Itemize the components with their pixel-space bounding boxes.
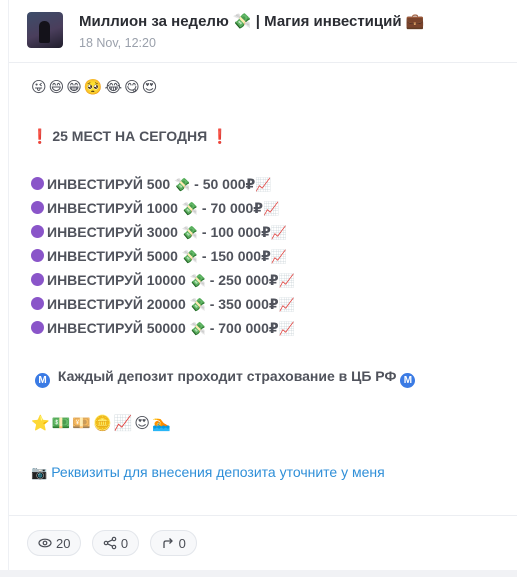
- purple-circle-icon: [31, 273, 44, 286]
- bottom-bar: [0, 570, 517, 577]
- metro-m-icon: M: [400, 373, 416, 388]
- offer-text: ИНВЕСТИРУЙ 20000: [47, 296, 186, 312]
- shares-count: 0: [120, 535, 129, 551]
- exclamation-icon: ❗: [211, 128, 229, 144]
- money-wings-icon: 💸: [189, 273, 206, 288]
- channel-avatar[interactable]: [27, 12, 63, 48]
- offer-result: - 70 000₽: [198, 200, 264, 216]
- requisites-link[interactable]: 📷 Реквизиты для внесения депозита уточнит…: [31, 460, 501, 484]
- views-count: 20: [56, 535, 71, 551]
- offer-result: - 350 000₽: [205, 296, 279, 312]
- forwards-count: 0: [178, 535, 186, 551]
- forwards-counter[interactable]: 0: [149, 530, 197, 556]
- post-body: 😜😄😁🥺😂😋😍 ❗ 25 МЕСТ НА СЕГОДНЯ ❗ ИНВЕСТИРУ…: [31, 76, 501, 484]
- offer-text: ИНВЕСТИРУЙ 3000: [47, 224, 178, 240]
- views-counter[interactable]: 20: [27, 530, 82, 556]
- camera-icon: 📷: [31, 465, 48, 480]
- shares-counter[interactable]: 0: [91, 530, 140, 556]
- purple-circle-icon: [31, 177, 44, 190]
- headline-text: 25 МЕСТ НА СЕГОДНЯ: [52, 128, 208, 144]
- metro-m-icon: M: [35, 373, 50, 388]
- money-wings-icon: 💸: [174, 177, 191, 192]
- offer-text: ИНВЕСТИРУЙ 500: [47, 176, 171, 192]
- share-nodes-icon: [103, 536, 117, 550]
- purple-circle-icon: [31, 249, 44, 262]
- offer-text: ИНВЕСТИРУЙ 50000: [47, 320, 186, 336]
- post-date: 18 Nov, 12:20: [79, 36, 156, 50]
- requisites-link-text[interactable]: Реквизиты для внесения депозита уточните…: [51, 464, 385, 480]
- post-header: Миллион за неделю 💸 | Магия инвестиций 💼…: [27, 12, 507, 52]
- offer-row: ИНВЕСТИРУЙ 1000 💸 - 70 000₽📈: [31, 196, 501, 220]
- eye-icon: [38, 538, 52, 548]
- headline: ❗ 25 МЕСТ НА СЕГОДНЯ ❗: [31, 124, 501, 148]
- insurance-text: Каждый депозит проходит страхование в ЦБ…: [57, 368, 397, 384]
- header-divider: [9, 62, 517, 63]
- offer-row: ИНВЕСТИРУЙ 20000 💸 - 350 000₽📈: [31, 292, 501, 316]
- insurance-line: M Каждый депозит проходит страхование в …: [31, 364, 501, 388]
- exclamation-icon: ❗: [31, 128, 49, 144]
- chart-up-icon: 📈: [270, 225, 288, 240]
- footer-divider: [9, 515, 517, 516]
- offer-row: ИНВЕСТИРУЙ 500 💸 - 50 000₽📈: [31, 172, 501, 196]
- offer-text: ИНВЕСТИРУЙ 10000: [47, 272, 186, 288]
- offer-result: - 250 000₽: [205, 272, 279, 288]
- offer-text: ИНВЕСТИРУЙ 5000: [47, 248, 178, 264]
- offer-row: ИНВЕСТИРУЙ 5000 💸 - 150 000₽📈: [31, 244, 501, 268]
- offer-row: ИНВЕСТИРУЙ 3000 💸 - 100 000₽📈: [31, 220, 501, 244]
- offer-result: - 150 000₽: [198, 248, 271, 264]
- chart-up-icon: 📈: [263, 201, 280, 216]
- offer-text: ИНВЕСТИРУЙ 1000: [47, 200, 178, 216]
- money-wings-icon: 💸: [181, 225, 199, 240]
- avatar-figure: [39, 21, 50, 43]
- chart-up-icon: 📈: [278, 297, 295, 312]
- purple-circle-icon: [31, 321, 44, 334]
- offer-result: - 50 000₽: [190, 176, 256, 192]
- money-wings-icon: 💸: [181, 249, 199, 264]
- post-card: Миллион за неделю 💸 | Магия инвестиций 💼…: [8, 0, 517, 570]
- chart-up-icon: 📈: [278, 273, 295, 288]
- money-wings-icon: 💸: [189, 321, 206, 336]
- offer-row: ИНВЕСТИРУЙ 50000 💸 - 700 000₽📈: [31, 316, 501, 340]
- forward-arrow-icon: [162, 538, 173, 548]
- offer-result: - 100 000₽: [198, 224, 271, 240]
- channel-title[interactable]: Миллион за неделю 💸 | Магия инвестиций 💼: [79, 12, 424, 30]
- money-wings-icon: 💸: [189, 297, 206, 312]
- chart-up-icon: 📈: [278, 321, 295, 336]
- post-stats: 20 0 0: [27, 530, 203, 558]
- chart-up-icon: 📈: [255, 177, 272, 192]
- purple-circle-icon: [31, 201, 44, 214]
- purple-circle-icon: [31, 297, 44, 310]
- money-wings-icon: 💸: [181, 201, 199, 216]
- chart-up-icon: 📈: [270, 249, 288, 264]
- offer-result: - 700 000₽: [205, 320, 279, 336]
- emoji-row-top: 😜😄😁🥺😂😋😍: [31, 79, 160, 96]
- purple-circle-icon: [31, 225, 44, 238]
- emoji-row-bottom: ⭐💵💴🪙📈😍🏊: [31, 415, 173, 432]
- offer-row: ИНВЕСТИРУЙ 10000 💸 - 250 000₽📈: [31, 268, 501, 292]
